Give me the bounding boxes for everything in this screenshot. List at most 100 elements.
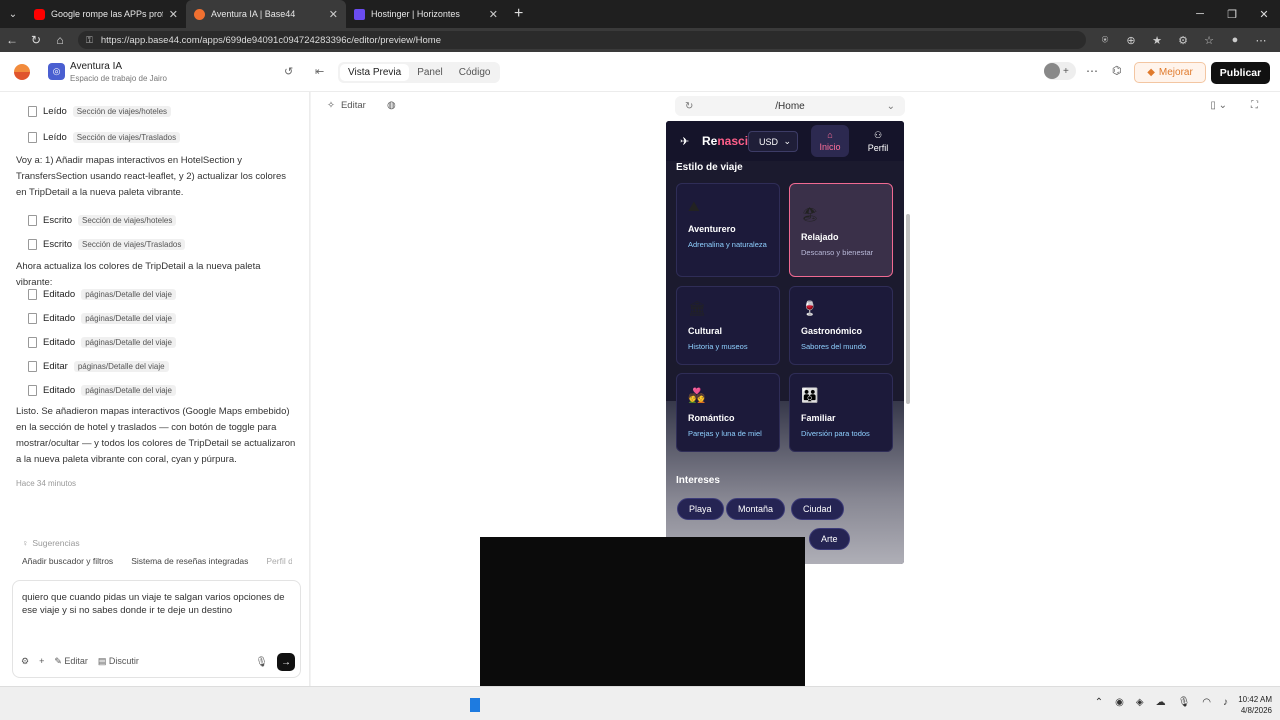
- tab-list-chevron-icon[interactable]: ⌄: [0, 0, 26, 28]
- close-window-icon[interactable]: ✕: [1248, 0, 1280, 28]
- couple-icon: 💑: [688, 387, 706, 403]
- step-verb: Leído: [43, 131, 67, 143]
- activity-step: Leído Sección de viajes/hoteles: [28, 104, 172, 118]
- tab-codigo[interactable]: Código: [451, 64, 499, 81]
- extensions-icon[interactable]: ⚙: [1172, 29, 1194, 51]
- file-chip[interactable]: Sección de viajes/hoteles: [72, 105, 172, 117]
- style-card-relajado[interactable]: 🏖 Relajado Descanso y bienestar: [789, 183, 893, 277]
- style-card-romantico[interactable]: 💑 Romántico Parejas y luna de miel: [676, 373, 780, 452]
- file-chip[interactable]: páginas/Detalle del viaje: [81, 336, 176, 348]
- tab-vista-previa[interactable]: Vista Previa: [340, 64, 410, 81]
- route-selector[interactable]: ↻ /Home ⌄: [675, 96, 905, 116]
- device-toggle-icon[interactable]: ▯ ⌄: [1210, 100, 1227, 111]
- file-chip[interactable]: Sección de viajes/Traslados: [72, 131, 181, 143]
- brand-name[interactable]: Renasci: [702, 134, 748, 148]
- file-chip[interactable]: Sección de viajes/Traslados: [78, 238, 186, 250]
- nav-perfil[interactable]: ⚇ Perfil: [859, 125, 897, 157]
- edit-mode-label: Editar: [64, 655, 88, 666]
- github-icon[interactable]: ⌬: [1112, 64, 1122, 77]
- security-icon[interactable]: ◈: [1136, 697, 1144, 708]
- attach-plus-icon[interactable]: +: [39, 656, 44, 666]
- wine-icon: 🍷: [801, 300, 819, 316]
- browser-menu-icon[interactable]: ⋯: [1250, 29, 1272, 51]
- app-tray-icon[interactable]: ◉: [1115, 697, 1124, 708]
- style-card-cultural[interactable]: 🏛 Cultural Historia y museos: [676, 286, 780, 365]
- history-icon[interactable]: ↺: [284, 65, 293, 78]
- profile-avatar-icon[interactable]: ●: [1224, 29, 1246, 51]
- file-chip[interactable]: páginas/Detalle del viaje: [73, 360, 169, 372]
- collections-icon[interactable]: ☆: [1198, 29, 1220, 51]
- browser-tab-base44[interactable]: Aventura IA | Base44 ✕: [186, 0, 346, 28]
- tab-close-icon[interactable]: ✕: [489, 8, 498, 21]
- base44-logo-icon[interactable]: [14, 64, 30, 80]
- interest-chip[interactable]: Montaña: [726, 498, 786, 520]
- style-card-aventurero[interactable]: ⛰ Aventurero Adrenalina y naturaleza: [676, 183, 780, 277]
- activity-step: Editado páginas/Detalle del viaje: [28, 335, 176, 349]
- palette-icon[interactable]: ◍: [387, 100, 396, 111]
- refresh-icon[interactable]: ↻: [685, 101, 693, 112]
- site-info-icon[interactable]: ⚿: [86, 35, 93, 46]
- interest-chip[interactable]: Arte: [809, 528, 850, 550]
- fullscreen-icon[interactable]: ⛶: [1251, 100, 1258, 111]
- suggestion-chip[interactable]: Perfil de: [266, 556, 292, 566]
- collaborators-avatar[interactable]: +: [1044, 62, 1076, 80]
- file-chip[interactable]: Sección de viajes/hoteles: [78, 214, 177, 226]
- suggestion-chip[interactable]: Sistema de reseñas integradas: [131, 556, 248, 566]
- browser-tab-youtube[interactable]: Google rompe las APPs profesional ✕: [26, 0, 186, 28]
- favorite-star-icon[interactable]: ★: [1146, 29, 1168, 51]
- back-arrow-icon[interactable]: ←: [0, 28, 24, 52]
- card-description: Descanso y bienestar: [801, 248, 874, 257]
- card-description: Adrenalina y naturaleza: [688, 240, 767, 249]
- nav-inicio[interactable]: ⌂ Inicio: [811, 125, 849, 157]
- currency-select[interactable]: USD ⌄: [748, 131, 798, 152]
- browser-tab-hostinger[interactable]: Hostinger | Horizontes ✕: [346, 0, 506, 28]
- chat-input[interactable]: quiero que cuando pidas un viaje te salg…: [22, 591, 292, 617]
- settings-gear-icon[interactable]: ⚙: [21, 656, 29, 667]
- step-verb: Editado: [43, 384, 76, 396]
- tab-close-icon[interactable]: ✕: [329, 8, 338, 21]
- tab-close-icon[interactable]: ✕: [169, 8, 178, 21]
- preview-scrollbar[interactable]: [905, 124, 911, 564]
- style-card-gastronomico[interactable]: 🍷 Gastronómico Sabores del mundo: [789, 286, 893, 365]
- reload-icon[interactable]: ↻: [24, 28, 48, 52]
- windows-start-icon[interactable]: [470, 698, 480, 712]
- file-chip[interactable]: páginas/Detalle del viaje: [81, 384, 176, 396]
- publicar-button[interactable]: Publicar: [1211, 62, 1270, 84]
- taskbar-clock[interactable]: 10:42 AM 4/8/2026: [1234, 694, 1272, 716]
- wifi-icon[interactable]: ◠: [1202, 697, 1211, 708]
- tab-panel[interactable]: Panel: [409, 64, 451, 81]
- project-title[interactable]: Aventura IA: [70, 61, 122, 72]
- discuss-mode-button[interactable]: ▤ Discutir: [98, 656, 139, 667]
- interest-chip[interactable]: Playa: [677, 498, 724, 520]
- microphone-icon[interactable]: 🎙: [1178, 697, 1191, 708]
- suggestion-chip[interactable]: Añadir buscador y filtros: [22, 556, 113, 566]
- interest-chip[interactable]: Ciudad: [791, 498, 844, 520]
- minimize-icon[interactable]: ─: [1184, 0, 1216, 28]
- home-icon[interactable]: ⌂: [48, 28, 72, 52]
- chevron-down-icon[interactable]: ⌄: [887, 101, 895, 112]
- tab-label: Hostinger | Horizontes: [371, 9, 460, 19]
- route-path: /Home: [775, 100, 805, 112]
- url-field[interactable]: ⚿ https://app.base44.com/apps/699de94091…: [78, 31, 1086, 49]
- more-options-icon[interactable]: ⋯: [1086, 64, 1098, 78]
- mejorar-button[interactable]: ◆ Mejorar: [1134, 62, 1206, 83]
- chevron-up-icon[interactable]: ⌃: [1095, 697, 1103, 708]
- preview-edit-button[interactable]: ✧ Editar: [327, 100, 366, 111]
- cloud-icon[interactable]: ☁: [1156, 697, 1166, 708]
- file-chip[interactable]: páginas/Detalle del viaje: [81, 312, 176, 324]
- chat-composer[interactable]: quiero que cuando pidas un viaje te salg…: [12, 580, 301, 678]
- section-title-estilo: Estilo de viaje: [676, 162, 743, 173]
- scrollbar-thumb[interactable]: [906, 214, 910, 404]
- style-card-familiar[interactable]: 👪 Familiar Diversión para todos: [789, 373, 893, 452]
- send-button[interactable]: →: [277, 653, 295, 671]
- microphone-icon[interactable]: 🎙: [255, 657, 268, 668]
- maximize-icon[interactable]: ❐: [1216, 0, 1248, 28]
- collapse-panel-icon[interactable]: ⇤: [315, 65, 324, 78]
- new-tab-button[interactable]: +: [506, 5, 531, 23]
- volume-icon[interactable]: ♪: [1223, 697, 1228, 708]
- step-verb: Escrito: [43, 214, 73, 226]
- zoom-icon[interactable]: ⊕: [1120, 29, 1142, 51]
- edit-mode-button[interactable]: ✎ Editar: [54, 656, 88, 667]
- file-chip[interactable]: páginas/Detalle del viaje: [81, 288, 176, 300]
- translate-icon[interactable]: ⍟: [1094, 29, 1116, 51]
